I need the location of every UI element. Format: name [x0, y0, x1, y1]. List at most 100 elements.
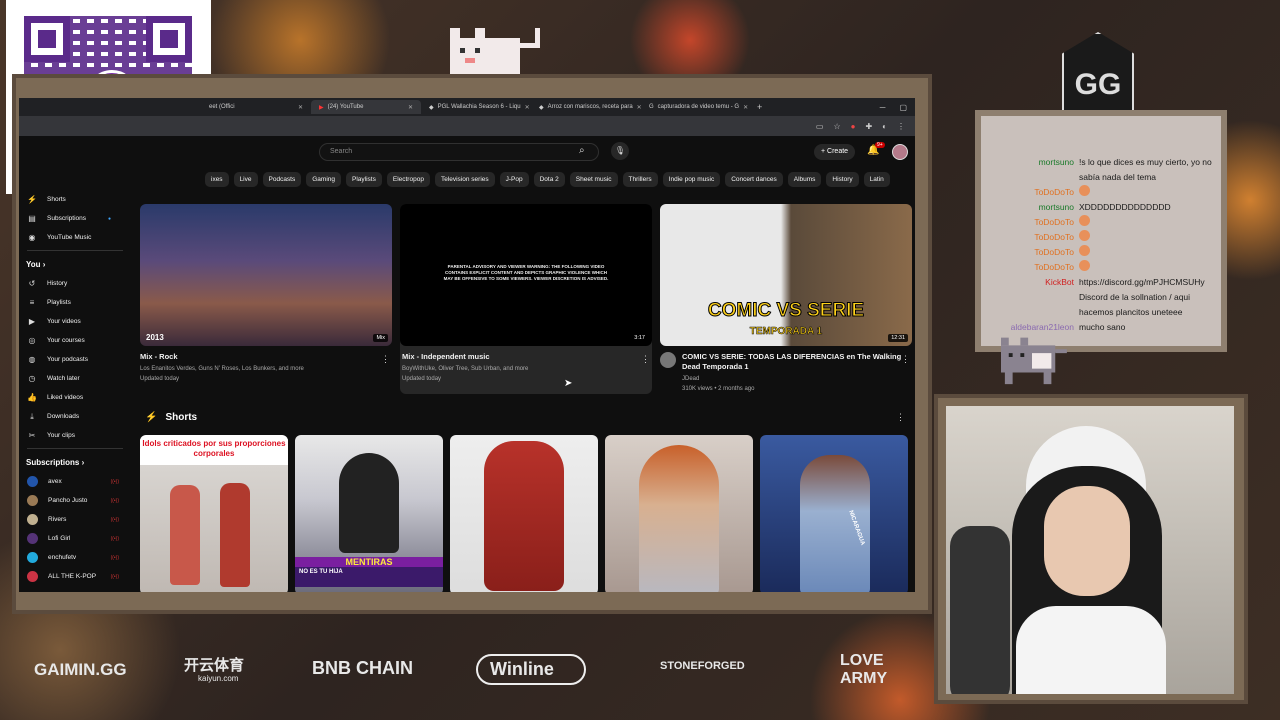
create-button[interactable]: + Create: [814, 144, 856, 160]
chevron-right-icon: ›: [81, 457, 85, 467]
emote-icon: [1079, 185, 1090, 196]
chip[interactable]: Dota 2: [533, 172, 565, 187]
chip[interactable]: Sheet music: [569, 172, 618, 187]
browser-tab[interactable]: Gcapturadora de video temu - G ✕: [641, 100, 751, 114]
close-tab-icon[interactable]: ✕: [408, 104, 413, 111]
sidebar-you-header[interactable]: You ›: [19, 254, 131, 274]
sidebar-item-playlists[interactable]: ≡ Playlists: [19, 293, 131, 312]
sidebar-subscription-item[interactable]: Rivers ((•)): [19, 510, 131, 529]
chip[interactable]: Television series: [434, 172, 495, 187]
sponsor-love-army: LOVE: [840, 652, 884, 669]
sidebar-subscription-item[interactable]: enchufetv ((•)): [19, 548, 131, 567]
video-title[interactable]: COMIC VS SERIE: TODAS LAS DIFERENCIAS en…: [682, 352, 912, 372]
close-tab-icon[interactable]: ✕: [298, 104, 303, 111]
chat-message: KickBot https://discord.gg/mPJHCMSUHy Dis…: [990, 275, 1230, 320]
more-options-icon[interactable]: ⋮: [381, 354, 390, 365]
channel-avatar: [27, 533, 38, 544]
sidebar-item-history[interactable]: ↺ History: [19, 274, 131, 293]
bookmark-star-icon[interactable]: ☆: [833, 122, 840, 131]
video-title[interactable]: Mix - Rock: [140, 352, 392, 362]
more-options-icon[interactable]: ⋮: [641, 354, 650, 365]
short-card[interactable]: [605, 435, 753, 592]
channel-name[interactable]: JDead: [682, 374, 912, 384]
search-input[interactable]: Search: [319, 143, 599, 161]
chip[interactable]: Playlists: [346, 172, 382, 187]
sidebar-subscription-item[interactable]: Pancho Justo ((•)): [19, 491, 131, 510]
sidebar-item-your-courses[interactable]: ◎ Your courses: [19, 331, 131, 350]
video-card[interactable]: COMIC VS SERIE TEMPORADA 1 12:31 COMIC V…: [660, 204, 912, 394]
chip[interactable]: History: [826, 172, 859, 187]
short-figure: [170, 485, 200, 585]
avatar[interactable]: [892, 144, 908, 160]
live-indicator-icon: ((•)): [110, 478, 119, 485]
short-caption: Idols criticados por sus proporciones co…: [140, 439, 288, 459]
video-thumbnail[interactable]: 2013 Mix: [140, 204, 392, 346]
chat-username: mortsuno: [1038, 202, 1074, 212]
sidebar-item-your-videos[interactable]: ▶ Your videos: [19, 312, 131, 331]
chip[interactable]: Albums: [787, 172, 822, 187]
minimize-button[interactable]: ─: [880, 103, 886, 112]
chip[interactable]: Concert dances: [725, 172, 783, 187]
chat-username: KickBot: [1045, 277, 1074, 287]
chip[interactable]: Podcasts: [262, 172, 302, 187]
sidebar-item-your-podcasts[interactable]: ◍ Your podcasts: [19, 350, 131, 369]
browser-tab[interactable]: ◆ Arroz con mariscos, receta para ✕: [531, 100, 641, 114]
chip[interactable]: Gaming: [306, 172, 342, 187]
sidebar-item-subscriptions[interactable]: ▤ Subscriptions ●: [19, 209, 131, 228]
chip[interactable]: Indie pop music: [662, 172, 721, 187]
sidebar-item-youtube-music[interactable]: ◉ YouTube Music: [19, 228, 131, 247]
sidebar-subscription-item[interactable]: avex ((•)): [19, 472, 131, 491]
channel-avatar[interactable]: [660, 352, 676, 368]
short-card[interactable]: NICARAGUA: [760, 435, 908, 592]
search-icon[interactable]: ⌕: [579, 145, 585, 156]
webcam-feed: [946, 406, 1234, 694]
new-tab-button[interactable]: +: [757, 102, 762, 112]
video-card[interactable]: PARENTAL ADVISORY AND VIEWER WARNING: TH…: [400, 204, 652, 394]
close-tab-icon[interactable]: ✕: [743, 104, 748, 111]
video-meta: Los Enanitos Verdes, Guns N' Roses, Los …: [140, 366, 304, 372]
microphone-icon[interactable]: 🎙: [611, 142, 629, 160]
cast-icon[interactable]: ▭: [816, 122, 824, 131]
short-card[interactable]: [450, 435, 598, 592]
video-thumbnail[interactable]: PARENTAL ADVISORY AND VIEWER WARNING: TH…: [400, 204, 652, 346]
chip[interactable]: Live: [233, 172, 258, 187]
video-title[interactable]: Mix - Independent music: [402, 352, 652, 362]
short-caption: MENTIRAS: [295, 557, 443, 567]
extension-icon[interactable]: ●: [851, 122, 856, 131]
sidebar-item-shorts[interactable]: ⚡ Shorts: [19, 190, 131, 209]
sidebar-item-liked-videos[interactable]: 👍 Liked videos: [19, 388, 131, 407]
sidebar-item-downloads[interactable]: ⤓ Downloads: [19, 407, 131, 426]
chat-message: ToDoDoTo: [990, 260, 1230, 275]
youtube-favicon-icon: ▶: [319, 104, 324, 111]
sidebar-item-watch-later[interactable]: ◷ Watch later: [19, 369, 131, 388]
browser-tab[interactable]: ◆ PGL Wallachia Season 6 - Liqu ✕: [421, 100, 531, 114]
close-tab-icon[interactable]: ✕: [525, 104, 530, 111]
duration-badge: 12:31: [888, 334, 908, 342]
extensions-puzzle-icon[interactable]: ✚: [865, 122, 872, 131]
browser-tab[interactable]: eet (Offici ✕: [201, 100, 311, 114]
sidebar-item-your-clips[interactable]: ✂ Your clips: [19, 426, 131, 445]
chip[interactable]: Electropop: [386, 172, 430, 187]
short-card[interactable]: Idols criticados por sus proporciones co…: [140, 435, 288, 592]
subscriptions-icon: ▤: [28, 214, 36, 223]
sidebar-subscription-item[interactable]: Lofi Girl ((•)): [19, 529, 131, 548]
video-card[interactable]: 2013 Mix Mix - Rock Los Enanitos Verdes,…: [140, 204, 392, 394]
sidebar-subscriptions-header[interactable]: Subscriptions ›: [19, 452, 131, 472]
more-options-icon[interactable]: ⋮: [901, 354, 910, 365]
emote-icon: [1079, 230, 1090, 241]
browser-tab-active[interactable]: ▶ (24) YouTube ✕: [311, 100, 421, 114]
live-indicator-icon: ((•)): [110, 535, 119, 542]
profile-icon[interactable]: ◐: [882, 122, 887, 131]
video-meta: 310K views • 2 months ago: [682, 386, 755, 392]
chat-text: mucho sano: [1079, 322, 1126, 332]
maximize-button[interactable]: ▢: [899, 103, 907, 112]
chrome-menu-icon[interactable]: ⋮: [897, 122, 905, 131]
shorts-more-icon[interactable]: ⋮: [896, 412, 905, 423]
chip[interactable]: J-Pop: [499, 172, 529, 187]
short-card[interactable]: MENTIRAS NO ES TU HIJA: [295, 435, 443, 592]
chip[interactable]: ixes: [205, 172, 229, 187]
chip[interactable]: Latin: [863, 172, 890, 187]
video-thumbnail[interactable]: COMIC VS SERIE TEMPORADA 1 12:31: [660, 204, 912, 346]
chip[interactable]: Thrillers: [622, 172, 658, 187]
sidebar-subscription-item[interactable]: ALL THE K-POP ((•)): [19, 567, 131, 586]
